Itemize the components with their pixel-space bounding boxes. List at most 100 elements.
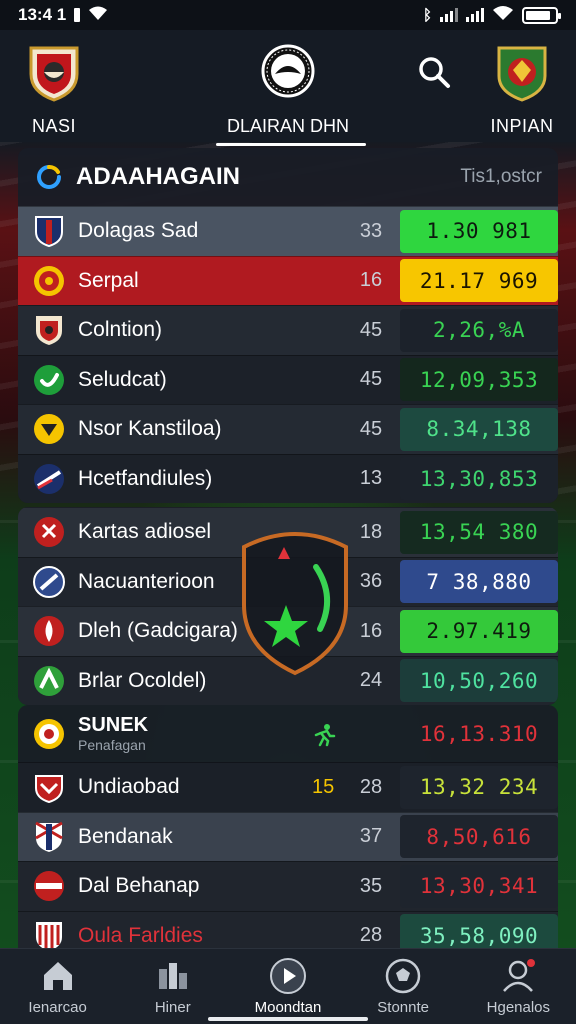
points-value: 7 38,880	[400, 560, 558, 604]
league-logo-icon	[261, 44, 315, 98]
signal-icon	[440, 8, 458, 22]
points-value: 8,50,616	[400, 815, 558, 859]
tab-center[interactable]: DLAIRAN DHN	[216, 44, 366, 146]
section-subtitle: Penafagan	[78, 737, 146, 753]
table-row[interactable]: Undiaobad 15 28 13,32 234	[18, 762, 558, 812]
panel-title: ADAAHAGAIN	[76, 163, 240, 190]
table-row[interactable]: Dal Behanap 35 13,30,341	[18, 861, 558, 911]
home-icon	[39, 957, 77, 995]
team-label-right: INPIAN	[490, 116, 554, 136]
table-row[interactable]: Seludcat) 45 12,09,353	[18, 354, 558, 404]
nav-label: Hiner	[154, 999, 191, 1016]
active-tab-indicator	[216, 143, 366, 146]
club-badge-icon	[32, 614, 66, 648]
matches-played: 45	[359, 318, 383, 341]
nav-label: Moondtan	[254, 999, 322, 1016]
nav-item-play[interactable]: Moondtan	[233, 957, 343, 1016]
wifi-icon	[88, 5, 108, 26]
club-badge-icon	[32, 717, 66, 751]
points-value: 10,50,260	[400, 659, 558, 703]
panel-subtitle: Tis1,ostcr	[460, 166, 542, 187]
club-badge-icon	[32, 264, 66, 298]
club-badge-icon	[32, 770, 66, 804]
wifi-icon-2	[492, 5, 514, 26]
points-value: 13,32 234	[400, 765, 558, 809]
club-badge-icon	[32, 869, 66, 903]
matches-played: 16	[359, 269, 383, 292]
search-icon[interactable]	[416, 54, 452, 90]
bluetooth-icon: ᛒ	[422, 6, 432, 24]
points-value: 2.97.419	[400, 609, 558, 653]
nav-item-stats[interactable]: Hiner	[118, 957, 228, 1016]
notification-icon	[74, 8, 81, 22]
table-row[interactable]: Nsor Kanstiloa) 45 8.34,138	[18, 404, 558, 454]
points-value: 21.17 969	[400, 259, 558, 303]
play-icon	[269, 957, 307, 995]
team-name: Hcetfandiules)	[78, 466, 213, 490]
matches-played: 24	[359, 669, 383, 692]
points-value: 2,26,%A	[400, 308, 558, 352]
standings-list-3: Undiaobad 15 28 13,32 234 Bendanak 37 8,50,616…	[18, 762, 558, 960]
section-header-row[interactable]: SUNEK Penafagan 16,13.310	[18, 705, 558, 762]
refresh-icon[interactable]	[34, 162, 64, 192]
club-badge-icon	[32, 313, 66, 347]
club-badge-icon	[32, 214, 66, 248]
club-badge-icon	[32, 412, 66, 446]
profile-icon	[499, 957, 537, 995]
nav-item-home[interactable]: Ienarcao	[3, 957, 113, 1016]
status-bar: 13:4 1 ᛒ	[0, 0, 576, 30]
matches-played: 45	[359, 368, 383, 391]
nav-label: Stonnte	[377, 999, 430, 1016]
nav-label: Ienarcao	[28, 999, 87, 1016]
matches-played: 18	[359, 520, 383, 543]
club-badge-icon	[32, 565, 66, 599]
section-header-value: 16,13.310	[419, 721, 539, 746]
panel-header: ADAAHAGAIN Tis1,ostcr	[18, 148, 558, 206]
matches-played: 16	[359, 619, 383, 642]
team-name: Colntion)	[78, 318, 163, 342]
form-value: 15	[312, 775, 335, 798]
matches-played: 37	[359, 825, 383, 848]
team-name: Nsor Kanstiloa)	[78, 417, 222, 441]
team-name: Dolagas Sad	[78, 219, 199, 243]
nav-item-ball[interactable]: Stonnte	[348, 957, 458, 1016]
table-row[interactable]: Dolagas Sad 33 1.30 981	[18, 206, 558, 256]
table-row[interactable]: Hcetfandiules) 13 13,30,853	[18, 453, 558, 503]
bottom-nav: Ienarcao Hiner Moondtan Stonnte Hgenalos	[0, 948, 576, 1024]
team-tab-left[interactable]: NASI	[4, 44, 104, 137]
points-value: 13,30,341	[400, 864, 558, 908]
team-name: Serpal	[78, 268, 139, 292]
home-indicator	[208, 1017, 368, 1021]
battery-level	[526, 10, 550, 20]
team-name: Bendanak	[78, 824, 173, 848]
matches-played: 28	[359, 775, 383, 798]
standings-panel-2: Kartas adiosel 18 13,54 380 Nacuanterioon 36…	[18, 507, 558, 705]
matches-played: 35	[359, 874, 383, 897]
points-value: 13,30,853	[400, 457, 558, 501]
matches-played: 33	[359, 219, 383, 242]
club-badge-icon	[32, 462, 66, 496]
ball-icon	[384, 957, 422, 995]
team-label-left: NASI	[31, 116, 76, 136]
stats-icon	[154, 957, 192, 995]
team-name: Dal Behanap	[78, 874, 200, 898]
runner-icon	[312, 723, 336, 747]
nav-item-profile[interactable]: Hgenalos	[463, 957, 573, 1016]
table-row[interactable]: Serpal 16 21.17 969	[18, 255, 558, 305]
team-crest-icon	[27, 44, 81, 102]
table-row[interactable]: Bendanak 37 8,50,616	[18, 811, 558, 861]
points-value: 13,54 380	[400, 510, 558, 554]
section-title: SUNEK	[78, 714, 149, 736]
team-crest-icon	[495, 44, 549, 102]
team-tab-right[interactable]: INPIAN	[472, 44, 572, 137]
tab-center-label: DLAIRAN DHN	[226, 116, 350, 136]
matches-played: 28	[359, 924, 383, 947]
standings-list-1: Dolagas Sad 33 1.30 981 Serpal 16 21.17 969 Co…	[18, 206, 558, 503]
points-value: 8.34,138	[400, 407, 558, 451]
club-badge-icon	[32, 363, 66, 397]
standings-panel-1: ADAAHAGAIN Tis1,ostcr Dolagas Sad 33 1.30 …	[18, 148, 558, 503]
standings-panel-3: SUNEK Penafagan 16,13.310 Undiaobad 15 28 1…	[18, 705, 558, 960]
table-row[interactable]: Colntion) 45 2,26,%A	[18, 305, 558, 355]
points-value: 12,09,353	[400, 358, 558, 402]
top-nav: NASI DLAIRAN DHN INPIAN	[0, 30, 576, 146]
